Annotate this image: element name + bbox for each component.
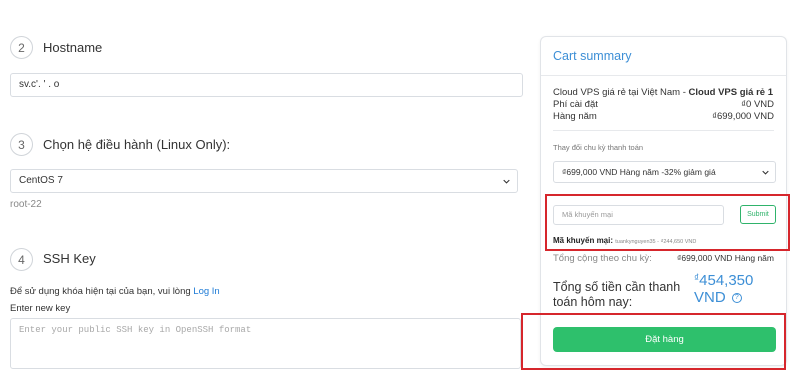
step-number-3: 3	[10, 133, 33, 156]
cycle-total-label: Tổng cộng theo chu kỳ:	[553, 253, 652, 264]
os-select-value: CentOS 7	[19, 175, 63, 186]
product-name: Cloud VPS giá rẻ 1	[688, 87, 773, 98]
due-today-unit: VND	[694, 288, 726, 306]
annual-value: ₫699,000 VND	[712, 111, 774, 122]
promo-submit-button[interactable]: Submit	[740, 205, 776, 224]
cart-summary-panel: Cart summary Cloud VPS giá rẻ tại Việt N…	[540, 36, 787, 366]
applied-promo-label: Mã khuyến mại:	[553, 236, 614, 245]
promo-code-input[interactable]: Mã khuyến mại	[553, 205, 724, 225]
step-number-2: 2	[10, 36, 33, 59]
os-select[interactable]: CentOS 7	[10, 169, 518, 193]
cart-title: Cart summary	[553, 49, 632, 63]
product-line: Cloud VPS giá rẻ tại Việt Nam - Cloud VP…	[553, 87, 778, 98]
hostname-input[interactable]: sv.c'. ' . o	[10, 73, 523, 97]
ssh-login-prompt-text: Để sử dụng khóa hiện tại của bạn, vui lò…	[10, 286, 191, 297]
change-cycle-label: Thay đổi chu kỳ thanh toán	[553, 143, 644, 152]
login-link[interactable]: Log In	[193, 286, 219, 297]
os-heading: Chọn hệ điều hành (Linux Only):	[43, 137, 231, 152]
ssh-login-prompt: Để sử dụng khóa hiện tại của bạn, vui lò…	[10, 286, 220, 297]
ssh-key-heading: SSH Key	[43, 251, 96, 266]
divider	[553, 130, 774, 131]
due-today-label: Tổng số tiền cần thanh toán hôm nay:	[553, 280, 681, 309]
billing-cycle-value: ₫699,000 VND Hàng năm -32% giảm giá	[562, 167, 716, 177]
os-root-user: root-22	[10, 199, 42, 210]
chevron-down-icon	[762, 170, 769, 175]
applied-promo-code: tuankynguyen35 - ₫244,650 VND	[615, 239, 697, 245]
product-category: Cloud VPS giá rẻ tại Việt Nam -	[553, 87, 689, 98]
billing-cycle-select[interactable]: ₫699,000 VND Hàng năm -32% giảm giá	[553, 161, 776, 183]
chevron-down-icon	[503, 179, 510, 184]
step-number-4: 4	[10, 248, 33, 271]
setup-fee-value: ₫0 VND	[741, 99, 774, 110]
due-today-value: 454,350	[699, 272, 754, 289]
due-today-amount: ₫454,350 VND ?	[694, 272, 754, 306]
ssh-key-textarea[interactable]: Enter your public SSH key in OpenSSH for…	[10, 318, 521, 369]
annual-label: Hàng năm	[553, 111, 597, 122]
cycle-total-value: ₫699,000 VND Hàng năm	[677, 253, 774, 263]
divider	[541, 75, 786, 76]
new-key-label: Enter new key	[10, 303, 71, 314]
hostname-heading: Hostname	[43, 40, 103, 55]
help-icon[interactable]: ?	[731, 292, 742, 303]
setup-fee-label: Phí cài đặt	[553, 99, 598, 110]
applied-promo: Mã khuyến mại: tuankynguyen35 - ₫244,650…	[553, 236, 696, 245]
place-order-button[interactable]: Đặt hàng	[553, 327, 776, 352]
